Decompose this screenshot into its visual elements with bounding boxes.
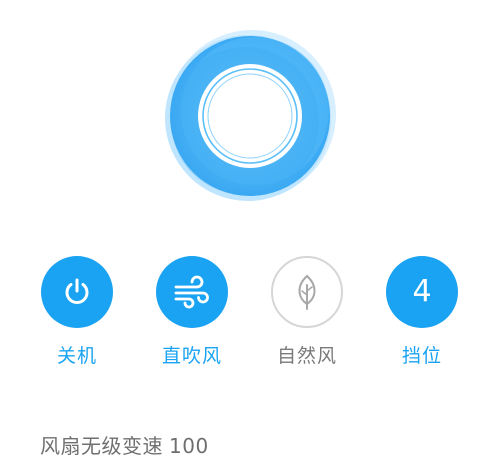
speed-readout: 风扇无级变速 100	[40, 430, 209, 460]
power-button[interactable]: 关机	[32, 256, 122, 376]
gear-button-label: 挡位	[401, 345, 442, 367]
wind-icon	[174, 275, 209, 309]
power-button-label: 关机	[56, 345, 97, 367]
gear-button[interactable]: 4 挡位	[377, 256, 467, 376]
leaf-icon	[298, 274, 316, 310]
fan-control-page: 关机 直吹风 自然风 4 挡位 风扇无级变速 100	[0, 0, 500, 460]
natural-wind-button[interactable]: 自然风	[262, 256, 352, 376]
speed-label: 风扇无级变速	[40, 434, 163, 458]
power-icon	[65, 278, 89, 304]
fan-visual	[160, 26, 340, 206]
gear-button-circle[interactable]: 4	[386, 256, 458, 328]
direct-wind-button-label: 直吹风	[161, 345, 222, 367]
speed-value: 100	[169, 434, 209, 458]
natural-wind-button-circle[interactable]	[271, 256, 343, 328]
control-row: 关机 直吹风 自然风 4 挡位	[0, 256, 500, 376]
direct-wind-button-circle[interactable]	[156, 256, 228, 328]
fan-blade-icon	[165, 30, 336, 201]
natural-wind-button-label: 自然风	[276, 345, 337, 367]
power-button-circle[interactable]	[41, 256, 113, 328]
gear-value: 4	[412, 274, 432, 309]
direct-wind-button[interactable]: 直吹风	[147, 256, 237, 376]
